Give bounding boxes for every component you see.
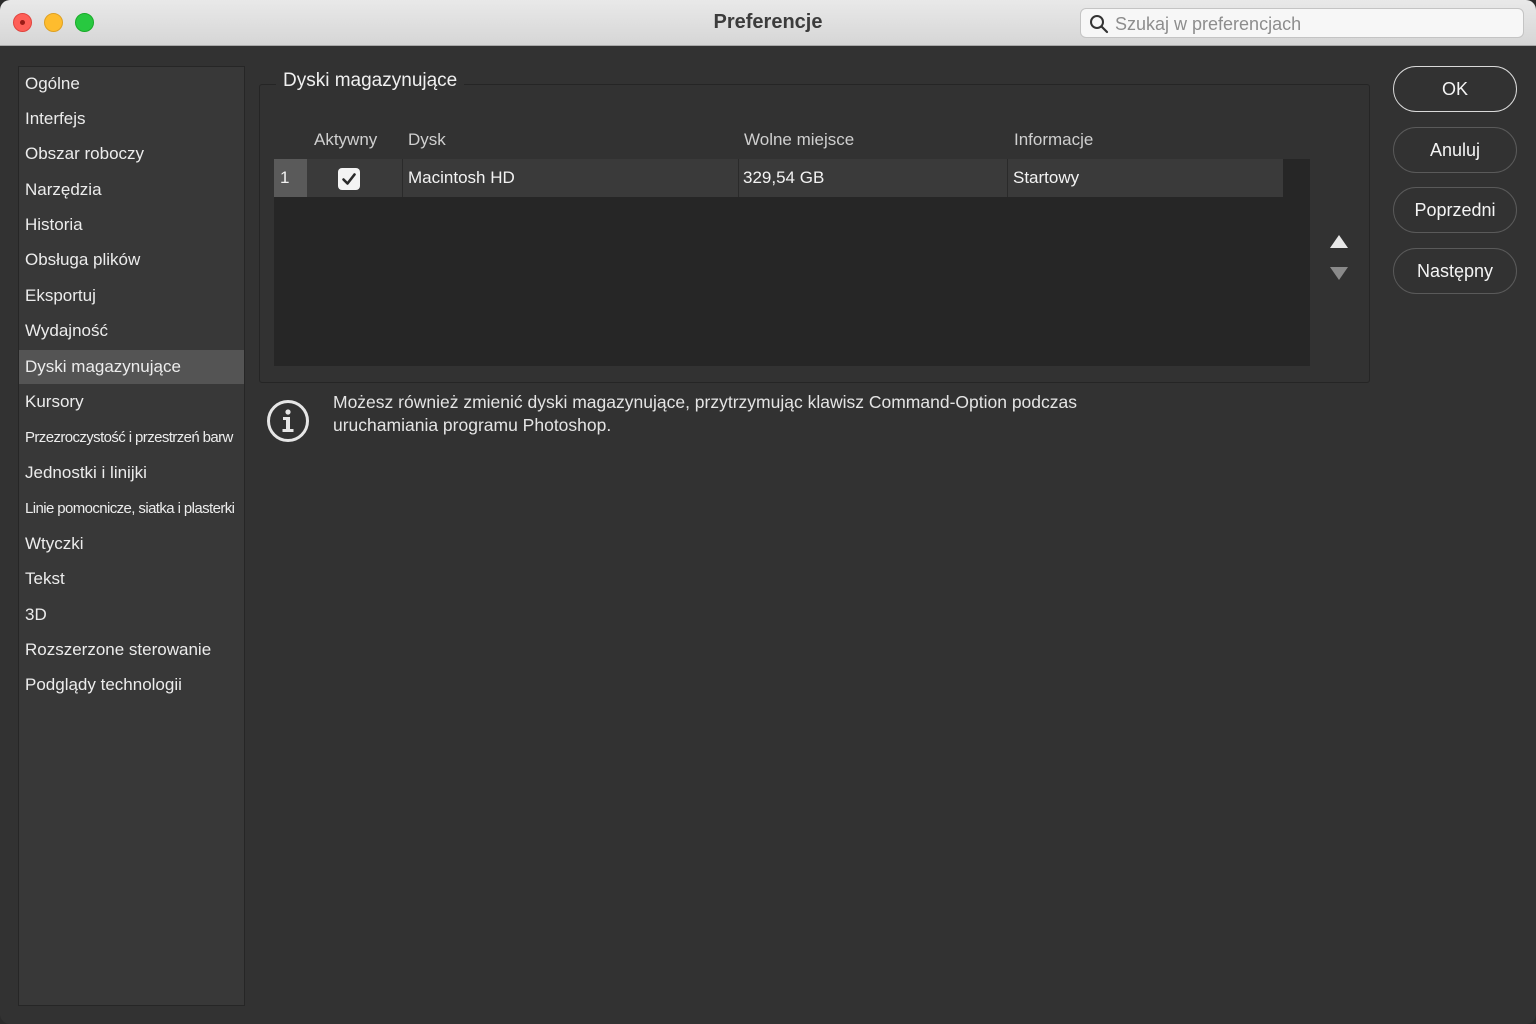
cell-separator <box>738 159 739 197</box>
sidebar-item-workspace[interactable]: Obszar roboczy <box>19 137 244 171</box>
sidebar: Ogólne Interfejs Obszar roboczy Narzędzi… <box>18 66 245 1006</box>
column-header-free-space: Wolne miejsce <box>744 130 855 149</box>
search-icon <box>1090 15 1109 34</box>
preferences-window: Preferencje Ogólne Interfejs Obszar robo… <box>0 0 1536 1024</box>
triangle-up-icon[interactable] <box>1330 235 1348 248</box>
scratch-disks-table: 1 Macintosh HD 329,54 GB Startowy <box>274 159 1310 366</box>
search-input[interactable] <box>1115 12 1515 36</box>
sidebar-item-export[interactable]: Eksportuj <box>19 279 244 313</box>
title-bar: Preferencje <box>0 0 1536 46</box>
info-text-line-1: Możesz również zmienić dyski magazynując… <box>333 392 1078 412</box>
info-icon <box>267 400 309 442</box>
search-box[interactable] <box>1080 8 1524 38</box>
sidebar-item-enhanced-controls[interactable]: Rozszerzone sterowanie <box>19 633 244 667</box>
sidebar-item-technology-previews[interactable]: Podglądy technologii <box>19 668 244 702</box>
column-header-disk: Dysk <box>408 130 446 149</box>
sidebar-item-units-rulers[interactable]: Jednostki i linijki <box>19 456 244 490</box>
sidebar-item-performance[interactable]: Wydajność <box>19 314 244 348</box>
sidebar-item-tools[interactable]: Narzędzia <box>19 173 244 207</box>
sidebar-item-interface[interactable]: Interfejs <box>19 102 244 136</box>
sidebar-item-general[interactable]: Ogólne <box>19 67 244 101</box>
group-title: Dyski magazynujące <box>276 70 465 92</box>
active-checkbox[interactable] <box>338 168 360 190</box>
next-button[interactable]: Następny <box>1393 248 1517 294</box>
previous-button[interactable]: Poprzedni <box>1393 187 1517 233</box>
disk-name-cell: Macintosh HD <box>408 168 515 187</box>
cell-separator <box>1007 159 1008 197</box>
checkmark-icon <box>342 173 356 185</box>
row-index: 1 <box>274 159 307 197</box>
triangle-down-icon[interactable] <box>1330 267 1348 280</box>
sidebar-item-guides-grid[interactable]: Linie pomocnicze, siatka i plasterki <box>19 492 244 526</box>
info-cell: Startowy <box>1013 168 1080 187</box>
sidebar-item-cursors[interactable]: Kursory <box>19 385 244 419</box>
ok-button[interactable]: OK <box>1393 66 1517 112</box>
sidebar-item-history[interactable]: Historia <box>19 208 244 242</box>
sidebar-item-plugins[interactable]: Wtyczki <box>19 527 244 561</box>
cell-separator <box>402 159 403 197</box>
table-row[interactable]: 1 Macintosh HD 329,54 GB Startowy <box>274 159 1283 197</box>
cancel-button[interactable]: Anuluj <box>1393 127 1517 173</box>
free-space-cell: 329,54 GB <box>743 168 825 187</box>
sidebar-item-3d[interactable]: 3D <box>19 598 244 632</box>
info-text: Możesz również zmienić dyski magazynując… <box>333 391 1173 437</box>
column-header-info: Informacje <box>1014 130 1094 149</box>
sidebar-item-transparency[interactable]: Przezroczystość i przestrzeń barw <box>19 421 244 455</box>
column-header-active: Aktywny <box>314 130 378 149</box>
sidebar-item-type[interactable]: Tekst <box>19 562 244 596</box>
sidebar-item-scratch-disks[interactable]: Dyski magazynujące <box>19 350 244 384</box>
sidebar-item-file-handling[interactable]: Obsługa plików <box>19 243 244 277</box>
info-text-line-2: uruchamiania programu Photoshop. <box>333 415 612 435</box>
